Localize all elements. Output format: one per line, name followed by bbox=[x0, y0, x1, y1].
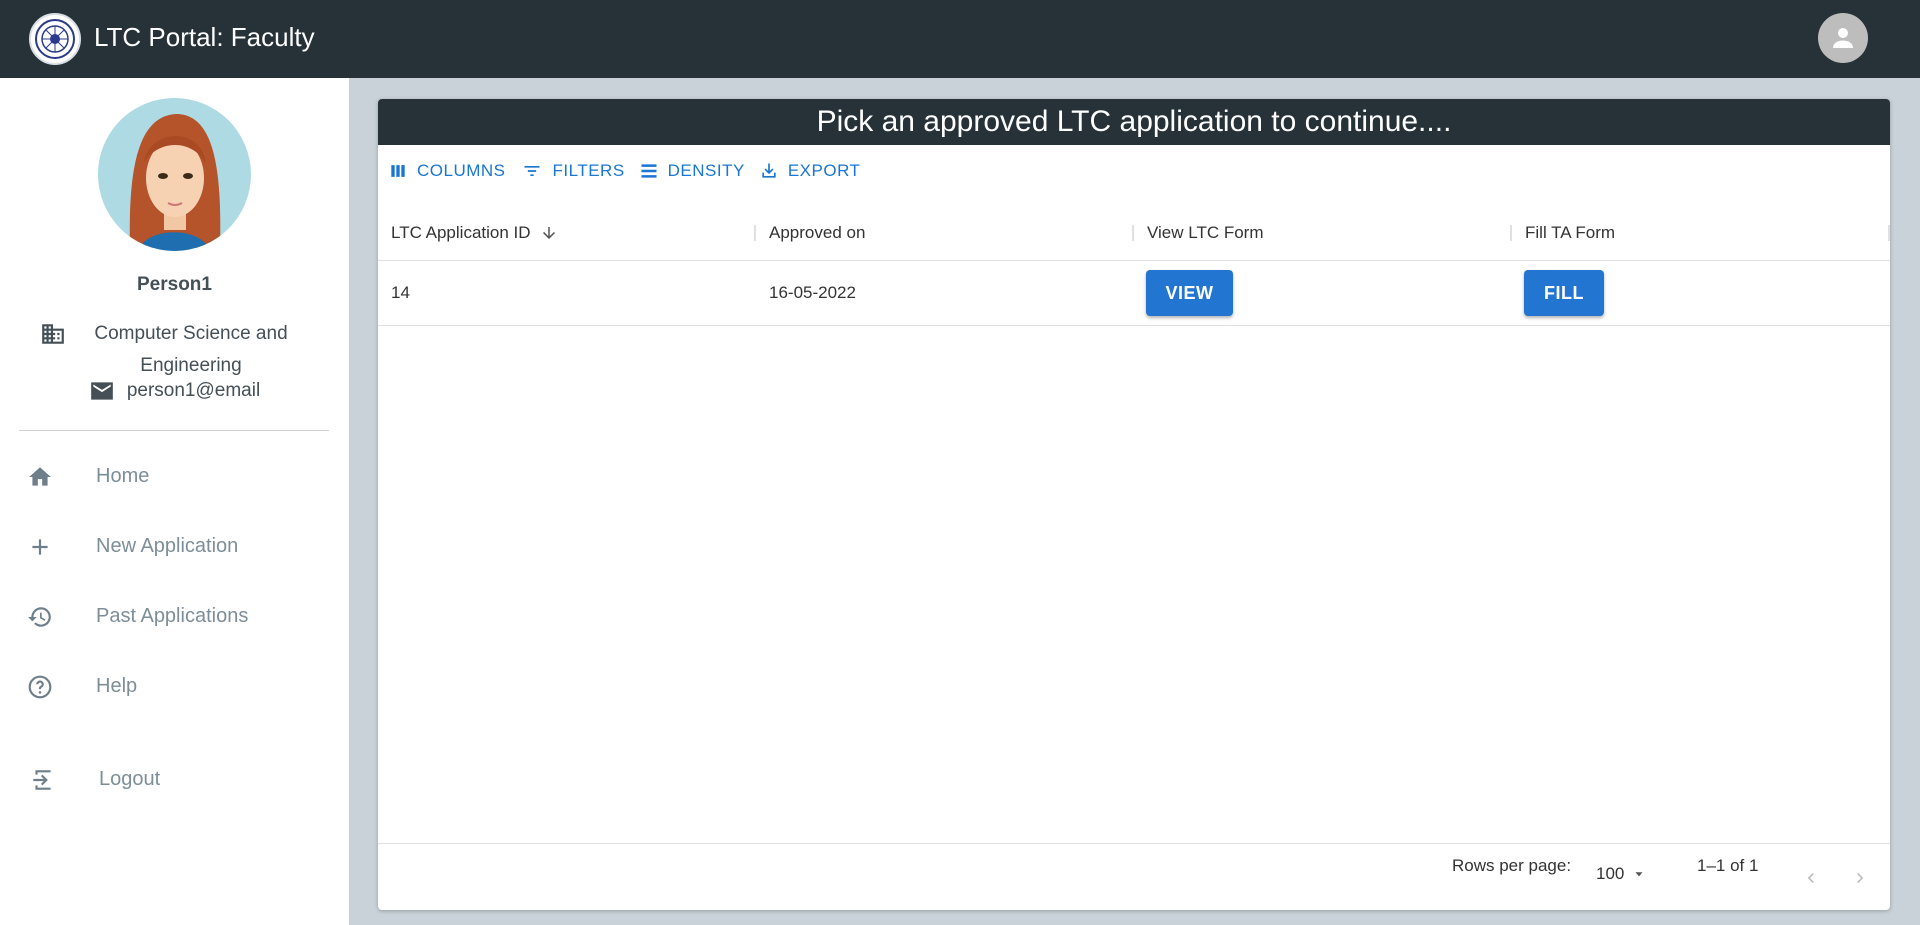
building-icon bbox=[42, 324, 64, 344]
density-label: DENSITY bbox=[667, 161, 745, 180]
column-header-fill-ta-form[interactable]: Fill TA Form bbox=[1525, 205, 1615, 261]
column-header-approved-on[interactable]: Approved on bbox=[769, 205, 865, 261]
chevron-right-icon bbox=[1857, 873, 1864, 883]
history-icon bbox=[28, 607, 51, 627]
chevron-left-icon bbox=[1807, 873, 1814, 883]
grid-toolbar: COLUMNS FILTERS DENSITY EXPORT bbox=[388, 159, 860, 183]
sidebar-item-label: Logout bbox=[99, 768, 161, 790]
column-separator[interactable] bbox=[1510, 225, 1512, 241]
next-page-button[interactable] bbox=[1846, 864, 1874, 892]
home-icon bbox=[29, 467, 51, 486]
fill-button[interactable]: FILL bbox=[1524, 270, 1604, 316]
institute-logo bbox=[29, 13, 81, 65]
columns-label: COLUMNS bbox=[417, 161, 506, 180]
sidebar-item-home[interactable]: Home bbox=[0, 448, 349, 504]
columns-button[interactable]: COLUMNS bbox=[388, 159, 506, 183]
previous-page-button[interactable] bbox=[1797, 864, 1825, 892]
download-icon bbox=[762, 163, 776, 178]
sidebar-item-past-applications[interactable]: Past Applications bbox=[0, 588, 349, 644]
sidebar-item-label: New Application bbox=[96, 535, 239, 557]
column-header-view-ltc-form[interactable]: View LTC Form bbox=[1147, 205, 1264, 261]
help-icon bbox=[28, 675, 52, 699]
export-label: EXPORT bbox=[787, 161, 861, 180]
view-button[interactable]: VIEW bbox=[1146, 270, 1233, 316]
sidebar-item-logout[interactable]: Logout bbox=[0, 751, 349, 807]
table-row[interactable]: 14 16-05-2022 VIEW FILL bbox=[378, 261, 1890, 326]
department-text: Computer Science and Engineering bbox=[94, 323, 288, 376]
filters-label: FILTERS bbox=[552, 161, 625, 180]
grid-footer: Rows per page: 100 1–1 of 1 bbox=[378, 843, 1890, 910]
column-separator[interactable] bbox=[754, 225, 756, 241]
logout-icon bbox=[33, 770, 51, 790]
columns-icon bbox=[391, 165, 405, 177]
sort-descending-icon bbox=[542, 227, 555, 239]
plus-icon bbox=[32, 539, 48, 555]
email-row: person1@email bbox=[0, 380, 349, 402]
cell-application-id: 14 bbox=[391, 283, 410, 302]
user-name: Person1 bbox=[137, 274, 212, 295]
rows-per-page-value: 100 bbox=[1596, 864, 1625, 883]
column-separator[interactable] bbox=[1888, 225, 1890, 241]
applications-panel: Pick an approved LTC application to cont… bbox=[378, 99, 1890, 910]
column-separator[interactable] bbox=[1132, 225, 1134, 241]
column-header-id[interactable]: LTC Application ID bbox=[391, 205, 558, 261]
sidebar-divider bbox=[19, 430, 329, 431]
dropdown-arrow-icon bbox=[1635, 872, 1643, 877]
filter-icon bbox=[524, 166, 540, 176]
panel-title: Pick an approved LTC application to cont… bbox=[378, 99, 1890, 145]
filters-button[interactable]: FILTERS bbox=[520, 159, 625, 183]
density-button[interactable]: DENSITY bbox=[639, 159, 745, 183]
rows-per-page-select[interactable]: 100 bbox=[1596, 864, 1646, 884]
account-icon bbox=[1833, 28, 1853, 48]
account-button[interactable] bbox=[1818, 13, 1868, 63]
density-icon bbox=[641, 164, 657, 178]
grid-header: LTC Application ID Approved on View LTC … bbox=[378, 205, 1890, 261]
pagination-range: 1–1 of 1 bbox=[1697, 856, 1759, 875]
sidebar-item-help[interactable]: Help bbox=[0, 658, 349, 714]
sidebar-item-label: Past Applications bbox=[96, 605, 249, 627]
mail-icon bbox=[90, 382, 113, 400]
rows-per-page-label: Rows per page: bbox=[1452, 856, 1572, 875]
export-button[interactable]: EXPORT bbox=[759, 159, 861, 183]
avatar bbox=[98, 98, 251, 251]
sidebar-item-new-application[interactable]: New Application bbox=[0, 518, 349, 574]
department-row: Computer Science and Engineering bbox=[40, 318, 310, 382]
sidebar: Person1 Computer Science and Engineering… bbox=[0, 78, 349, 925]
app-title: LTC Portal: Faculty bbox=[94, 22, 315, 52]
app-bar: LTC Portal: Faculty bbox=[0, 0, 1920, 78]
email-text: person1@email bbox=[126, 380, 261, 401]
cell-approved-on: 16-05-2022 bbox=[769, 283, 856, 302]
sidebar-item-label: Home bbox=[96, 465, 150, 487]
sidebar-item-label: Help bbox=[96, 675, 138, 697]
